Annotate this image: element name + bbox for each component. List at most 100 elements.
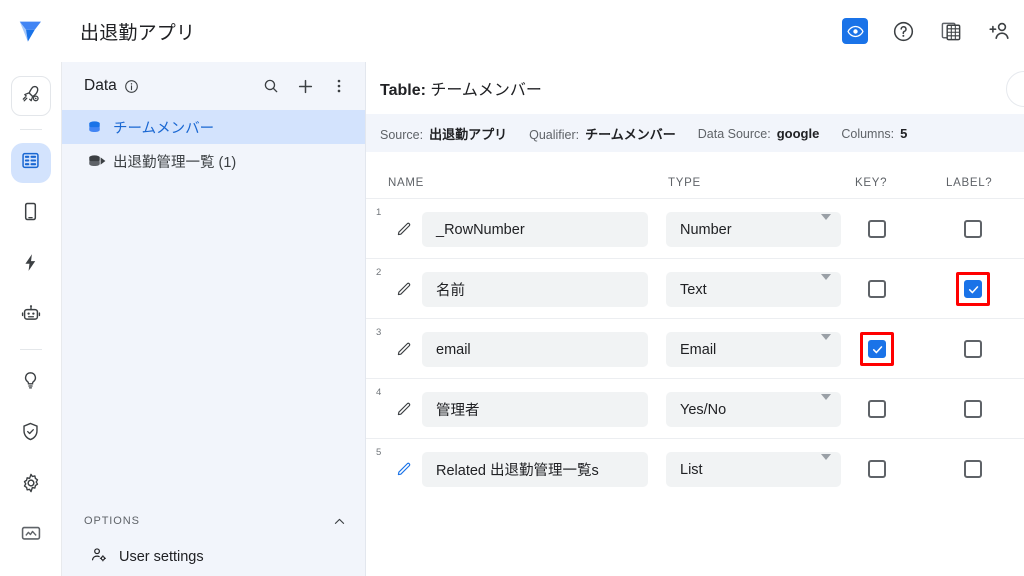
rail-item-ideas[interactable] xyxy=(11,363,51,403)
label-checkbox[interactable] xyxy=(964,280,982,298)
data-panel-header: Data xyxy=(62,62,365,110)
table-row: 4 管理者 Yes/No xyxy=(366,378,1024,438)
table-row: 1 _RowNumber Number xyxy=(366,198,1024,258)
column-type-select[interactable]: Number xyxy=(666,212,841,247)
table-row: 2 名前 Text xyxy=(366,258,1024,318)
column-type-select[interactable]: Email xyxy=(666,332,841,367)
top-bar-actions xyxy=(842,0,1012,62)
table-list-item-label: チームメンバー xyxy=(113,120,215,137)
options-section: OPTIONS User settings xyxy=(62,504,365,576)
edit-column-pencil-icon[interactable] xyxy=(396,460,413,477)
rail-item-security[interactable] xyxy=(11,414,51,454)
chevron-down-icon[interactable] xyxy=(821,394,831,400)
key-checkbox[interactable] xyxy=(868,340,886,358)
robot-icon xyxy=(20,303,42,330)
rail-item-settings[interactable] xyxy=(11,465,51,505)
row-number: 3 xyxy=(376,327,382,338)
column-type-value: Yes/No xyxy=(680,401,727,418)
chevron-down-icon[interactable] xyxy=(821,274,831,280)
column-name-field[interactable]: 管理者 xyxy=(422,392,648,427)
data-panel-actions xyxy=(261,76,349,96)
rail-item-intelligence[interactable] xyxy=(11,296,51,336)
table-list-item-attendance[interactable]: 出退勤管理一覧 (1) xyxy=(62,144,365,178)
column-type-value: List xyxy=(680,461,703,478)
column-type-value: Email xyxy=(680,341,717,358)
column-name-field[interactable]: email xyxy=(422,332,648,367)
mobile-phone-icon xyxy=(20,201,41,227)
column-name-field[interactable]: Related 出退勤管理一覧s xyxy=(422,452,648,487)
table-title-value: チームメンバー xyxy=(430,82,542,99)
spreadsheet-button[interactable] xyxy=(938,18,964,44)
column-header-name: NAME xyxy=(388,177,425,189)
lightbulb-icon xyxy=(20,370,41,396)
column-name-field[interactable]: 名前 xyxy=(422,272,648,307)
data-panel: Data チームメンバー 出退勤管理一覧 (1) OPTIONS User se… xyxy=(62,62,366,576)
options-item-user-settings[interactable]: User settings xyxy=(62,538,365,576)
rail-item-monitor[interactable] xyxy=(11,516,51,556)
chevron-up-icon[interactable] xyxy=(332,514,347,529)
table-row: 3 email Email xyxy=(366,318,1024,378)
column-headers: NAME TYPE KEY? LABEL? xyxy=(366,152,1024,198)
rail-item-deploy[interactable] xyxy=(10,76,51,116)
left-nav-rail xyxy=(0,62,62,576)
lightning-bolt-icon xyxy=(20,252,41,278)
help-button[interactable] xyxy=(890,18,916,44)
meta-qualifier: Qualifier: チームメンバー xyxy=(529,124,676,143)
edit-column-pencil-icon[interactable] xyxy=(396,400,413,417)
rail-item-data[interactable] xyxy=(10,143,51,183)
key-checkbox[interactable] xyxy=(868,400,886,418)
meta-columns-key: Columns: xyxy=(841,126,895,141)
rocket-icon xyxy=(20,83,42,110)
meta-columns: Columns: 5 xyxy=(841,126,907,141)
column-header-label: LABEL? xyxy=(946,177,993,189)
label-checkbox[interactable] xyxy=(964,340,982,358)
row-number: 1 xyxy=(376,207,382,218)
edge-action-button[interactable] xyxy=(1006,71,1024,107)
appsheet-editor-window: 出退勤アプリ Data チームメンバー 出退勤管理一覧 (1) OPTIONS … xyxy=(0,0,1024,576)
column-type-select[interactable]: Yes/No xyxy=(666,392,841,427)
table-title-prefix: Table: xyxy=(380,82,426,99)
key-checkbox[interactable] xyxy=(868,460,886,478)
rail-divider-top xyxy=(19,129,42,130)
appsheet-logo[interactable] xyxy=(0,16,62,46)
label-checkbox[interactable] xyxy=(964,460,982,478)
gear-icon xyxy=(20,472,42,499)
chevron-down-icon[interactable] xyxy=(821,454,831,460)
chevron-down-icon[interactable] xyxy=(821,214,831,220)
options-section-header[interactable]: OPTIONS xyxy=(62,504,365,538)
info-circle-icon[interactable] xyxy=(124,79,139,94)
edit-column-pencil-icon[interactable] xyxy=(396,280,413,297)
column-name-field[interactable]: _RowNumber xyxy=(422,212,648,247)
preview-eye-button[interactable] xyxy=(842,18,868,44)
rail-item-app[interactable] xyxy=(11,194,51,234)
table-list-item-label: 出退勤管理一覧 (1) xyxy=(113,154,237,171)
edit-column-pencil-icon[interactable] xyxy=(396,340,413,357)
row-number: 4 xyxy=(376,387,382,398)
table-overflow-menu-button[interactable] xyxy=(329,76,349,96)
meta-source: Source: 出退勤アプリ xyxy=(380,124,507,143)
table-title-row: Table: チームメンバー xyxy=(366,62,1024,114)
column-type-value: Text xyxy=(680,281,707,298)
shield-icon xyxy=(20,421,41,447)
search-tables-button[interactable] xyxy=(261,76,281,96)
table-list: チームメンバー 出退勤管理一覧 (1) xyxy=(62,110,365,178)
top-bar: 出退勤アプリ xyxy=(0,0,1024,62)
chevron-right-icon[interactable] xyxy=(98,156,108,166)
table-list-item-team-members[interactable]: チームメンバー xyxy=(62,110,365,144)
label-checkbox[interactable] xyxy=(964,220,982,238)
rail-item-automation[interactable] xyxy=(11,245,51,285)
column-type-select[interactable]: List xyxy=(666,452,841,487)
column-rows: 1 _RowNumber Number 2 名前 Text 3 email Em… xyxy=(366,198,1024,498)
table-editor-panel: Table: チームメンバー Source: 出退勤アプリ Qualifier:… xyxy=(366,62,1024,576)
chevron-down-icon[interactable] xyxy=(821,334,831,340)
key-checkbox[interactable] xyxy=(868,280,886,298)
label-checkbox[interactable] xyxy=(964,400,982,418)
table-row: 5 Related 出退勤管理一覧s List xyxy=(366,438,1024,498)
key-checkbox[interactable] xyxy=(868,220,886,238)
column-type-select[interactable]: Text xyxy=(666,272,841,307)
column-header-type: TYPE xyxy=(668,177,701,189)
meta-qualifier-value: チームメンバー xyxy=(585,126,676,142)
add-table-button[interactable] xyxy=(295,76,315,96)
edit-column-pencil-icon[interactable] xyxy=(396,220,413,237)
share-add-user-button[interactable] xyxy=(986,18,1012,44)
